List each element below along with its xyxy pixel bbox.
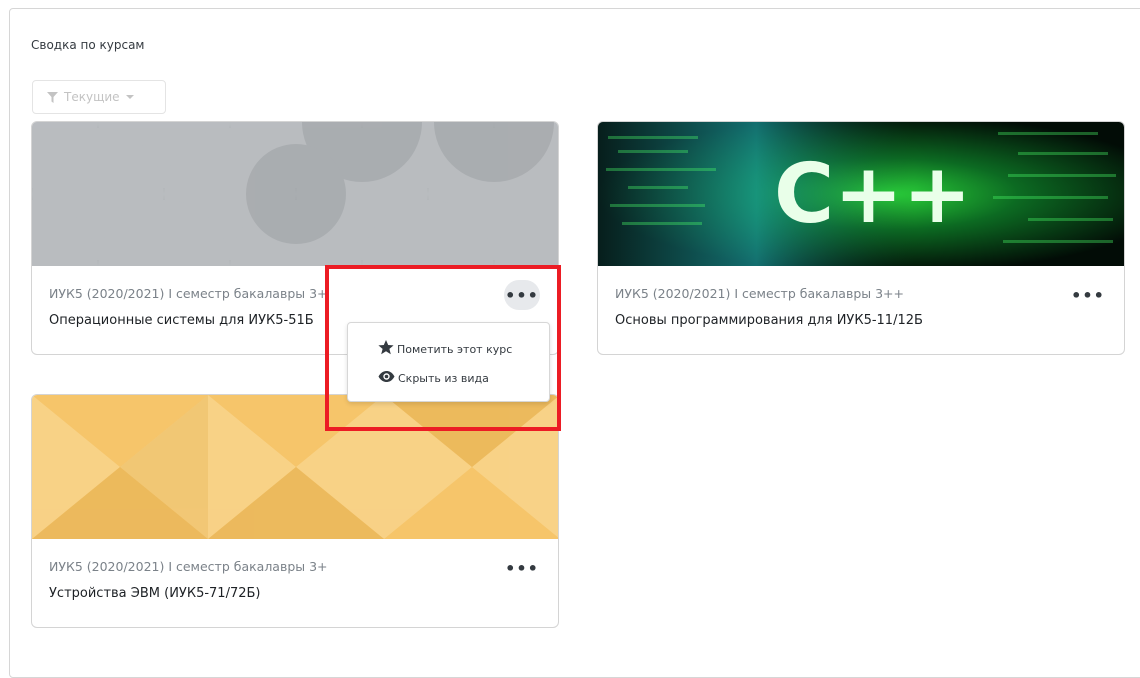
course-actions-button[interactable]: ••• (504, 280, 540, 310)
filter-icon (47, 91, 58, 103)
section-title: Сводка по курсам (31, 38, 145, 52)
course-image[interactable] (32, 122, 558, 266)
grey-circle-pattern (32, 122, 558, 266)
star-course-label: Пометить этот курс (397, 342, 513, 356)
course-title-link[interactable]: Основы программирования для ИУК5-11/12Б (615, 313, 923, 328)
eye-icon (378, 371, 395, 385)
course-card[interactable]: C++ ИУК5 (2020/2021) I семестр бакалавры… (597, 121, 1125, 355)
star-course-menu-item[interactable]: Пометить этот курс (378, 340, 512, 358)
cpp-code-image: C++ (598, 122, 1124, 266)
hide-course-label: Скрыть из вида (398, 371, 489, 385)
filter-dropdown-button[interactable]: Текущие (32, 80, 166, 114)
filter-label: Текущие (64, 90, 120, 104)
course-actions-menu: Пометить этот курс Скрыть из вида (347, 322, 550, 402)
course-card[interactable]: ИУК5 (2020/2021) I семестр бакалавры 3+ … (31, 394, 559, 628)
course-category: ИУК5 (2020/2021) I семестр бакалавры 3++ (615, 286, 905, 301)
course-actions-button[interactable]: ••• (504, 553, 540, 583)
star-icon (378, 340, 394, 358)
cpp-logo-text: C++ (774, 147, 972, 242)
hide-course-menu-item[interactable]: Скрыть из вида (378, 371, 489, 385)
course-actions-button[interactable]: ••• (1070, 280, 1106, 310)
course-category: ИУК5 (2020/2021) I семестр бакалавры 3+ (49, 286, 328, 301)
caret-down-icon (125, 94, 134, 100)
course-title-link[interactable]: Операционные системы для ИУК5-51Б (49, 313, 314, 328)
course-image[interactable] (32, 395, 558, 539)
yellow-triangle-pattern (32, 395, 558, 539)
course-image[interactable]: C++ (598, 122, 1124, 266)
course-card[interactable]: ИУК5 (2020/2021) I семестр бакалавры 3+ … (31, 121, 559, 355)
course-title-link[interactable]: Устройства ЭВМ (ИУК5-71/72Б) (49, 586, 261, 601)
course-category: ИУК5 (2020/2021) I семестр бакалавры 3+ (49, 559, 328, 574)
